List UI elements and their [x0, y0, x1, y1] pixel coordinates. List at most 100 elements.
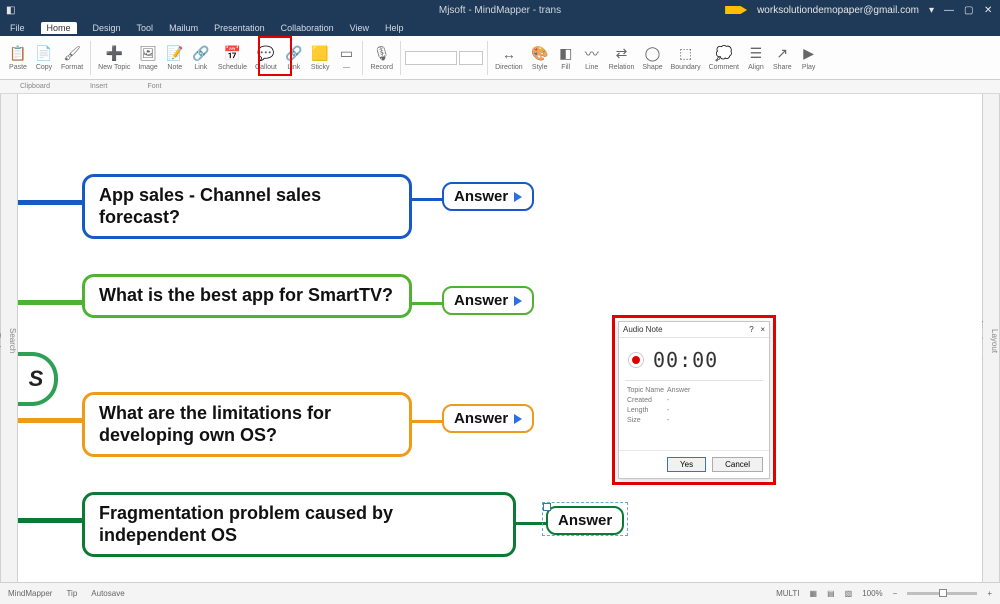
note-icon: 📝: [166, 45, 184, 63]
schedule-icon: 📅: [223, 45, 241, 63]
new-topic-button[interactable]: ➕New Topic: [95, 43, 133, 73]
menu-view[interactable]: View: [350, 23, 369, 33]
dialog-title: Audio Note: [623, 325, 663, 334]
menu-design[interactable]: Design: [93, 23, 121, 33]
image-icon: 🖼: [139, 45, 157, 63]
link-button-label: Link: [287, 64, 300, 71]
linkage-icon: 🔗: [192, 45, 210, 63]
paste-button-label: Paste: [9, 64, 27, 71]
divider-button[interactable]: ▭—: [334, 43, 358, 73]
dialog-field-0-label: Topic Name: [627, 387, 667, 394]
sidebar-tab-r1[interactable]: Layout: [990, 329, 999, 353]
left-sidebar[interactable]: Search Task: [0, 94, 18, 582]
link-button[interactable]: 🔗Link: [282, 43, 306, 73]
menu-collaboration[interactable]: Collaboration: [281, 23, 334, 33]
answer-node-1-label: Answer: [454, 292, 508, 309]
shape-icon: ◯: [644, 45, 662, 63]
sidebar-tab-2[interactable]: Task: [0, 333, 2, 349]
zoom-out-button[interactable]: −: [893, 589, 898, 598]
align-button-label: Align: [748, 64, 764, 71]
menu-tool[interactable]: Tool: [137, 23, 154, 33]
menu-mailum[interactable]: Mailum: [169, 23, 198, 33]
share-icon: ↗: [773, 45, 791, 63]
dialog-close-button[interactable]: ×: [760, 325, 765, 334]
line-icon: 〰: [583, 45, 601, 63]
canvas[interactable]: S Audio Note ? × 00:00 Topic Name: [18, 94, 982, 582]
zoom-in-button[interactable]: +: [987, 589, 992, 598]
answer-node-0[interactable]: Answer: [442, 182, 534, 211]
play-ribbon-button-label: Play: [802, 64, 816, 71]
play-icon[interactable]: [514, 296, 522, 306]
topic-node-2[interactable]: What are the limitations for developing …: [82, 392, 412, 457]
menu-file[interactable]: File: [10, 23, 25, 33]
play-ribbon-button[interactable]: ▶Play: [797, 43, 821, 73]
font-size-input[interactable]: [459, 51, 483, 65]
schedule-button[interactable]: 📅Schedule: [215, 43, 250, 73]
view-mode-icon-1[interactable]: ▦: [810, 589, 818, 598]
titlebar-left-icon: ◧: [6, 5, 15, 16]
style-icon: 🎨: [531, 45, 549, 63]
style-button[interactable]: 🎨Style: [528, 43, 552, 73]
line-button[interactable]: 〰Line: [580, 43, 604, 73]
connector-1: [412, 302, 442, 305]
user-email[interactable]: worksolutiondemopaper@gmail.com: [757, 5, 919, 16]
relation-button[interactable]: ⇄Relation: [606, 43, 638, 73]
zoom-slider-thumb[interactable]: [939, 589, 947, 597]
font-family-input[interactable]: [405, 51, 457, 65]
record-indicator-icon[interactable]: [629, 353, 643, 367]
shape-button[interactable]: ◯Shape: [639, 43, 665, 73]
play-icon[interactable]: [514, 414, 522, 424]
boundary-button[interactable]: ⬚Boundary: [668, 43, 704, 73]
topic-node-1[interactable]: What is the best app for SmartTV?: [82, 274, 412, 318]
note-button[interactable]: 📝Note: [163, 43, 187, 73]
dialog-cancel-button[interactable]: Cancel: [712, 457, 763, 472]
view-mode-icon-3[interactable]: ▧: [845, 589, 853, 598]
menu-help[interactable]: Help: [385, 23, 404, 33]
root-node[interactable]: S: [18, 352, 58, 406]
selection-outline: [542, 502, 628, 536]
record-button-label: Record: [370, 64, 393, 71]
answer-node-2-label: Answer: [454, 410, 508, 427]
comment-button[interactable]: 💭Comment: [706, 43, 742, 73]
user-dropdown-icon[interactable]: ▾: [929, 5, 934, 16]
sidebar-tab-1[interactable]: Search: [8, 328, 17, 353]
record-button[interactable]: 🎙Record: [367, 43, 396, 73]
dialog-field-3-label: Size: [627, 417, 667, 424]
menu-home[interactable]: Home: [41, 22, 77, 34]
format-button[interactable]: 🖌Format: [58, 43, 86, 73]
dialog-ok-button[interactable]: Yes: [667, 457, 706, 472]
menu-presentation[interactable]: Presentation: [214, 23, 265, 33]
zoom-slider[interactable]: [907, 592, 977, 595]
answer-node-1[interactable]: Answer: [442, 286, 534, 315]
image-button[interactable]: 🖼Image: [135, 43, 160, 73]
answer-node-2[interactable]: Answer: [442, 404, 534, 433]
relation-icon: ⇄: [613, 45, 631, 63]
ribbon-separator: [487, 41, 488, 75]
statusbar: MindMapper Tip Autosave MULTI ▦ ▤ ▧ 100%…: [0, 582, 1000, 604]
link-icon: 🔗: [285, 45, 303, 63]
copy-button[interactable]: 📄Copy: [32, 43, 56, 73]
topic-node-0[interactable]: App sales - Channel sales forecast?: [82, 174, 412, 239]
status-mode: MULTI: [776, 589, 799, 598]
divider-icon: ▭: [337, 45, 355, 63]
dialog-timer: 00:00: [653, 348, 718, 372]
sticky-button[interactable]: 🟨Sticky: [308, 43, 333, 73]
close-window-button[interactable]: ✕: [984, 5, 994, 15]
style-button-label: Style: [532, 64, 548, 71]
right-sidebar[interactable]: Layout Attachments: [982, 94, 1000, 582]
align-button[interactable]: ☰Align: [744, 43, 768, 73]
linkage-button[interactable]: 🔗Link: [189, 43, 213, 73]
topic-node-3[interactable]: Fragmentation problem caused by independ…: [82, 492, 516, 557]
fill-button[interactable]: ◧Fill: [554, 43, 578, 73]
fill-button-label: Fill: [561, 64, 570, 71]
maximize-button[interactable]: ▢: [964, 5, 974, 15]
view-mode-icon-2[interactable]: ▤: [827, 589, 835, 598]
play-icon[interactable]: [514, 192, 522, 202]
dialog-help-button[interactable]: ?: [749, 325, 753, 334]
direction-button[interactable]: ↔Direction: [492, 43, 526, 73]
minimize-button[interactable]: —: [944, 5, 954, 15]
callout-button[interactable]: 💬Callout: [252, 43, 280, 73]
topic-node-0-text: App sales - Channel sales forecast?: [99, 185, 321, 227]
share-button[interactable]: ↗Share: [770, 43, 795, 73]
paste-button[interactable]: 📋Paste: [6, 43, 30, 73]
